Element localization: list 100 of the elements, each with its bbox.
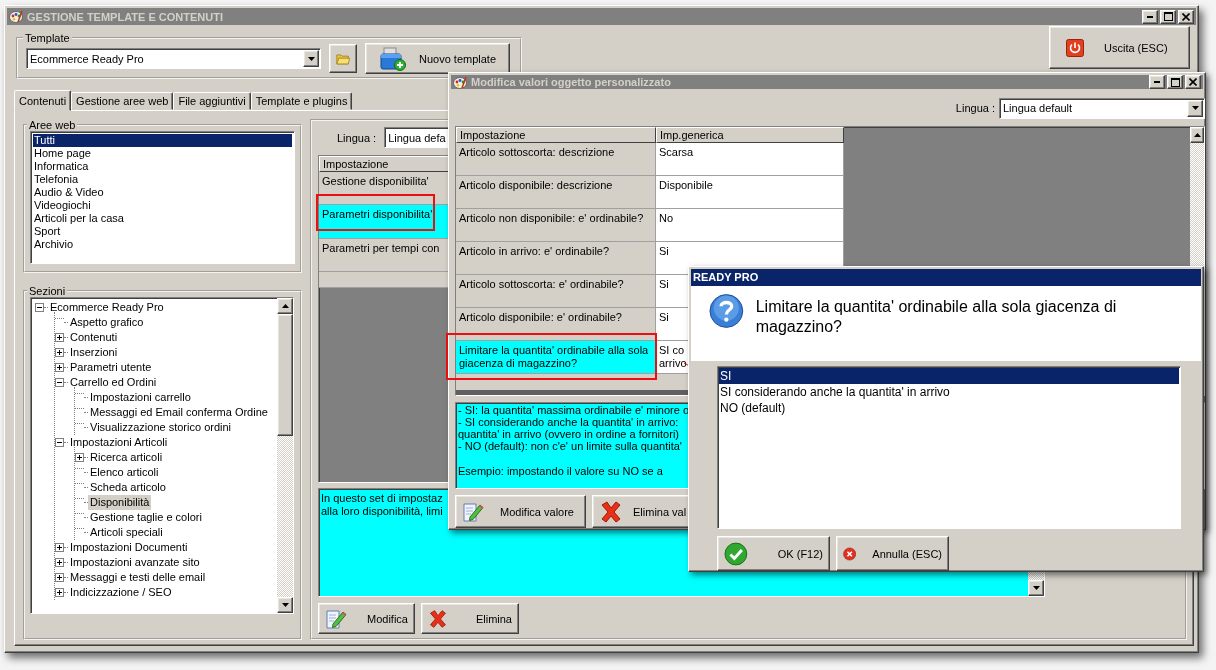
list-item[interactable]: SI — [719, 367, 1179, 384]
table-cell[interactable]: Articolo disponibile: descrizione — [456, 176, 656, 209]
tree-item[interactable]: Ecommerce Ready Pro — [48, 300, 166, 315]
language-label: Lingua : — [955, 102, 995, 114]
minus-box-icon[interactable] — [55, 378, 64, 387]
minimize-button[interactable] — [1142, 9, 1158, 24]
tree-item[interactable]: Impostazioni Documenti — [68, 540, 190, 555]
check-icon — [724, 541, 748, 566]
table-cell[interactable]: Articolo sottoscorta: descrizione — [456, 143, 656, 176]
minus-box-icon[interactable] — [35, 303, 44, 312]
description-text: - SI considerando anche la quantita' in arrivo: — [458, 416, 679, 428]
plus-box-icon[interactable] — [55, 348, 64, 357]
tree-item[interactable]: Disponibilità — [88, 495, 152, 510]
tree-item[interactable]: Impostazioni avanzate sito — [68, 555, 202, 570]
scroll-down-button[interactable] — [1028, 580, 1044, 596]
pencil-document-icon — [462, 500, 484, 523]
tree-item[interactable]: Visualizzazione storico ordini — [88, 420, 234, 435]
scrollbar[interactable] — [277, 298, 293, 613]
column-header: Impostazione — [456, 127, 656, 143]
folder-button[interactable] — [329, 44, 357, 73]
action-button[interactable]: OK (F12) — [717, 536, 830, 571]
description-text: alla loro disponibilità, limi — [321, 505, 443, 519]
tree-item[interactable]: Elenco articoli — [88, 465, 161, 480]
plus-box-icon[interactable] — [55, 558, 64, 567]
table-cell[interactable]: Scarsa — [656, 143, 844, 176]
list-item[interactable]: Videogiochi — [33, 199, 292, 212]
plus-box-icon[interactable] — [55, 363, 64, 372]
table-cell[interactable]: Articolo non disponibile: e' ordinabile? — [456, 209, 656, 242]
language-label: Lingua : — [337, 131, 377, 144]
maximize-button[interactable] — [1167, 75, 1183, 89]
close-button[interactable] — [1185, 75, 1201, 89]
maximize-button[interactable] — [1160, 9, 1176, 24]
palette-icon — [9, 10, 23, 23]
new-template-button[interactable]: Nuovo template — [365, 43, 510, 74]
tree-item[interactable]: Inserzioni — [68, 345, 120, 360]
tree-item[interactable]: Ricerca articoli — [88, 450, 165, 465]
tab[interactable]: Gestione aree web — [71, 92, 174, 110]
list-item[interactable]: Audio & Video — [33, 186, 292, 199]
list-item[interactable]: Articoli per la casa — [33, 212, 292, 225]
table-cell[interactable]: No — [656, 209, 844, 242]
group-label: Sezioni — [28, 285, 67, 297]
tab[interactable]: Template e plugins — [250, 92, 353, 110]
plus-box-icon[interactable] — [55, 333, 64, 342]
tree-item[interactable]: Carrello ed Ordini — [68, 375, 159, 390]
action-button[interactable]: Modifica — [318, 603, 415, 634]
palette-icon — [453, 75, 467, 89]
dropdown-arrow-button[interactable] — [303, 50, 319, 67]
list-item[interactable]: Archivio — [33, 238, 292, 251]
table-cell[interactable]: Disponibile — [656, 176, 844, 209]
tab[interactable]: File aggiuntivi — [173, 92, 251, 110]
list-item[interactable]: Tutti — [33, 134, 292, 147]
tree-item[interactable]: Indicizzazione / SEO — [68, 585, 174, 600]
close-icon — [1189, 78, 1197, 86]
action-button[interactable]: Modifica valore — [455, 495, 586, 528]
tree-item[interactable]: Messaggi e testi delle email — [68, 570, 208, 585]
table-cell[interactable]: Articolo disponibile: e' ordinabile? — [456, 308, 656, 341]
plus-box-icon[interactable] — [75, 453, 84, 462]
tree-item[interactable]: Impostazioni Articoli — [68, 435, 170, 450]
minimize-button[interactable] — [1149, 75, 1165, 89]
maximize-icon — [1170, 77, 1180, 87]
power-icon — [1066, 38, 1084, 57]
list-item[interactable]: NO (default) — [719, 399, 1179, 416]
maximize-icon — [1163, 12, 1173, 21]
tree-item[interactable]: Articoli speciali — [88, 525, 165, 540]
tree-item[interactable]: Parametri utente — [68, 360, 154, 375]
dropdown-arrow-button[interactable] — [1187, 99, 1203, 117]
question-icon — [709, 292, 744, 329]
language-dropdown[interactable]: Lingua default — [999, 97, 1205, 119]
plus-box-icon[interactable] — [55, 573, 64, 582]
table-cell[interactable]: Limitare la quantita' ordinabile alla sola giacenza di magazzino? — [456, 341, 656, 374]
tab[interactable]: Contenuti — [14, 90, 72, 111]
tree-item[interactable]: Impostazioni carrello — [88, 390, 193, 405]
close-button[interactable] — [1178, 9, 1194, 24]
tree-item[interactable]: Contenuti — [68, 330, 120, 345]
down-arrow-icon — [1032, 586, 1040, 590]
template-dropdown[interactable]: Ecommerce Ready Pro — [26, 48, 321, 69]
action-button[interactable]: Annulla (ESC) — [836, 536, 949, 571]
list-item[interactable]: Sport — [33, 225, 292, 238]
minus-box-icon[interactable] — [55, 438, 64, 447]
description-text: quantita' in arrivo (ovvero in ordine a fornitori) — [458, 428, 679, 440]
tree-item[interactable]: Messaggi ed Email conferma Ordine — [88, 405, 270, 420]
tree-item[interactable]: Scheda articolo — [88, 480, 168, 495]
action-button[interactable]: Elimina — [421, 603, 519, 634]
list-item[interactable]: Informatica — [33, 160, 292, 173]
list-item[interactable]: Home page — [33, 147, 292, 160]
tree-item[interactable]: Gestione taglie e colori — [88, 510, 204, 525]
exit-button[interactable]: Uscita (ESC) — [1049, 26, 1190, 69]
description-text: Esempio: impostando il valore su NO se a — [458, 465, 663, 477]
minimize-icon — [1147, 15, 1153, 18]
pencil-document-icon — [325, 607, 347, 630]
tree-item[interactable]: Aspetto grafico — [68, 315, 146, 330]
group-label: Template — [24, 32, 71, 44]
up-arrow-icon — [281, 304, 289, 308]
list-item[interactable]: SI considerando anche la quantita' in arrivo — [719, 383, 1179, 400]
plus-box-icon[interactable] — [55, 543, 64, 552]
close-icon — [1182, 12, 1190, 21]
plus-box-icon[interactable] — [55, 588, 64, 597]
table-cell[interactable]: Articolo sottoscorta: e' ordinabile? — [456, 275, 656, 308]
table-cell[interactable]: Articolo in arrivo: e' ordinabile? — [456, 242, 656, 275]
list-item[interactable]: Telefonia — [33, 173, 292, 186]
